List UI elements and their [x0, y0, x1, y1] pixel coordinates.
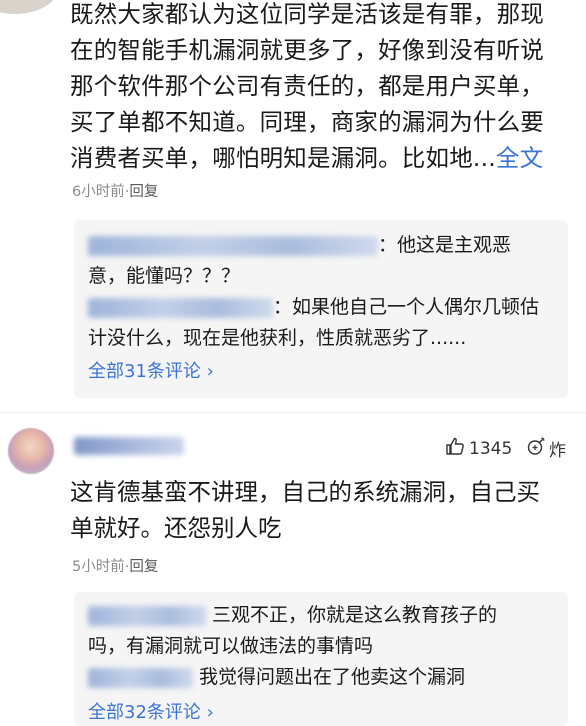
bomb-button[interactable]: 炸 — [526, 436, 566, 461]
chevron-right-icon: › — [206, 361, 214, 382]
blurred-username — [88, 297, 273, 318]
blurred-username — [88, 605, 206, 626]
reply-text: 我觉得问题出在了他卖这个漏洞 — [199, 666, 466, 688]
comment-line: 消费者买单，哪怕明知是漏洞。比如地...全文 — [70, 140, 576, 176]
divider — [0, 412, 586, 413]
reply-text: ：如果他自己一个人偶尔几顿估 — [273, 296, 540, 318]
full-text-link[interactable]: 全文 — [496, 144, 543, 172]
blurred-username[interactable] — [74, 437, 184, 455]
all-comments-label: 全部32条评论 — [88, 702, 201, 723]
timestamp: 5小时前 — [72, 559, 125, 575]
all-comments-label: 全部31条评论 — [88, 361, 201, 382]
comment-line: 买了单都不知道。同理，商家的漏洞为什么要 — [70, 108, 544, 136]
reply-text: 计没什么，现在是他获利，性质就恶劣了...... — [88, 327, 467, 349]
comment-line-text: 消费者买单，哪怕明知是漏洞。比如地... — [70, 144, 496, 172]
comment-line: 既然大家都认为这位同学是活该是有罪，那现 — [70, 0, 544, 28]
reply-text: 吗，有漏洞就可以做违法的事情吗 — [88, 635, 374, 657]
chevron-right-icon: › — [206, 702, 214, 723]
like-count: 1345 — [469, 438, 513, 459]
reply-item[interactable]: 三观不正，你就是这么教育孩子的 吗，有漏洞就可以做违法的事情吗 — [88, 600, 558, 662]
reply-text: 意，能懂吗？？？ — [88, 265, 241, 287]
reply-button[interactable]: 回复 — [129, 559, 158, 575]
comment-text: 这肯德基蛮不讲理，自己的系统漏洞，自己买 单就好。还怨别人吃 — [70, 474, 570, 546]
all-comments-link[interactable]: 全部32条评论 › — [88, 698, 214, 724]
reply-item[interactable]: ：如果他自己一个人偶尔几顿估 计没什么，现在是他获利，性质就恶劣了...... — [88, 292, 558, 354]
avatar[interactable] — [8, 428, 54, 474]
reply-text: 三观不正，你就是这么教育孩子的 — [212, 604, 498, 626]
comment-line: 那个软件那个公司有责任的，都是用户买单， — [70, 72, 544, 100]
comment-text: 既然大家都认为这位同学是活该是有罪，那现 在的智能手机漏洞就更多了，好像到没有听… — [70, 0, 576, 176]
thumbs-up-icon — [445, 436, 465, 461]
comment-line: 在的智能手机漏洞就更多了，好像到没有听说 — [70, 36, 544, 64]
bomb-icon — [526, 436, 546, 461]
like-button[interactable]: 1345 — [445, 436, 512, 461]
comment-meta: 5小时前·回复 — [72, 555, 158, 576]
timestamp: 6小时前 — [72, 184, 125, 200]
comment-line: 这肯德基蛮不讲理，自己的系统漏洞，自己买 — [70, 478, 540, 506]
replies-box: ：他这是主观恶 意，能懂吗？？？ ：如果他自己一个人偶尔几顿估 计没什么，现在是… — [74, 220, 568, 398]
bomb-label: 炸 — [549, 441, 566, 461]
reply-item[interactable]: 我觉得问题出在了他卖这个漏洞 — [88, 662, 558, 693]
replies-box: 三观不正，你就是这么教育孩子的 吗，有漏洞就可以做违法的事情吗 我觉得问题出在了… — [74, 592, 568, 726]
reply-button[interactable]: 回复 — [129, 184, 158, 200]
blurred-username — [88, 235, 378, 256]
comment-line: 单就好。还怨别人吃 — [70, 514, 282, 542]
reply-text: ：他这是主观恶 — [378, 234, 512, 256]
all-comments-link[interactable]: 全部31条评论 › — [88, 357, 214, 383]
comment-meta: 6小时前·回复 — [72, 180, 158, 201]
blurred-username — [88, 667, 193, 688]
reply-item[interactable]: ：他这是主观恶 意，能懂吗？？？ — [88, 230, 558, 292]
avatar[interactable] — [0, 0, 58, 14]
